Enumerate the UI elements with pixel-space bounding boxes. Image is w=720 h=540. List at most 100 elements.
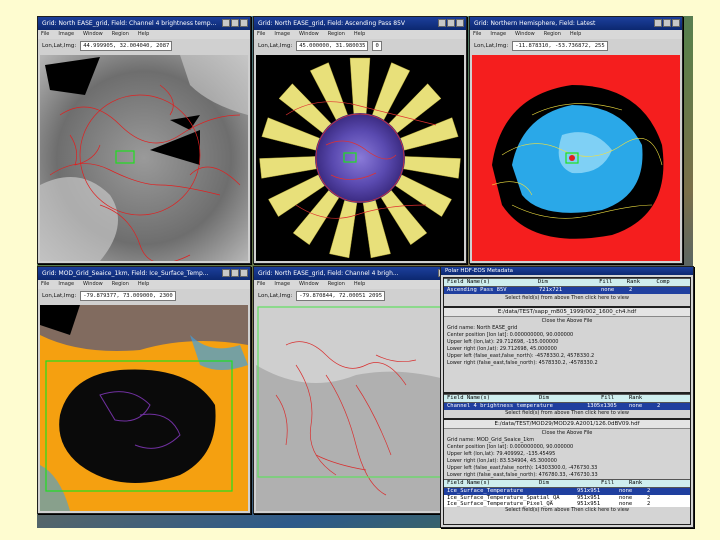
- image-canvas[interactable]: [256, 305, 464, 511]
- image-canvas[interactable]: [40, 305, 248, 511]
- minimize-button[interactable]: [438, 19, 446, 27]
- maximize-button[interactable]: [447, 19, 455, 27]
- metadata-window[interactable]: Polar HDF-EOS Metadata Field Name(s) Dim F…: [440, 266, 694, 528]
- menu-help[interactable]: Help: [570, 30, 581, 39]
- coordinate-bar: Lon,Lat,Img: -79.870844, 72.00051 2095: [254, 289, 466, 303]
- field-row-selected[interactable]: Ice_Surface_Temperature 951x951 none 2: [444, 488, 690, 495]
- file-path: E:/data/TEST/MOD29/MOD29.A2001/126.0dBV0…: [444, 420, 690, 429]
- info-line: Lower right (lon,lat): 83.534904, 45.300…: [447, 458, 557, 464]
- menu-bar: File Image Window Region Help: [254, 280, 466, 289]
- maximize-button[interactable]: [231, 19, 239, 27]
- minimize-button[interactable]: [222, 269, 230, 277]
- menu-bar: File Image Window Region Help: [38, 30, 250, 39]
- menu-window[interactable]: Window: [515, 30, 535, 39]
- window-title: Polar HDF-EOS Metadata: [441, 267, 693, 275]
- menu-help[interactable]: Help: [354, 30, 365, 39]
- info-line: Center position [lon lat]: 0.000000000, …: [447, 444, 574, 450]
- info-line: Grid name: North EASE_grid: [447, 325, 518, 331]
- menu-window[interactable]: Window: [83, 30, 103, 39]
- lonlat-label: Lon,Lat,Img:: [258, 293, 293, 299]
- menu-window[interactable]: Window: [299, 280, 319, 289]
- viewer-window-ice-surface-temp[interactable]: Grid: MOD_Grid_Seaice_1km, Field: Ice_Su…: [37, 266, 251, 514]
- image-canvas[interactable]: [256, 55, 464, 261]
- menu-window[interactable]: Window: [83, 280, 103, 289]
- close-button[interactable]: [456, 19, 464, 27]
- image-canvas[interactable]: [40, 55, 248, 261]
- menu-bar: File Image Window Region Help: [470, 30, 682, 39]
- window-title: Grid: MOD_Grid_Seaice_1km, Field: Ice_Su…: [38, 267, 250, 280]
- field-list-header: Field Name(s) Dim Fill Rank Comp: [444, 278, 690, 287]
- lonlat-readout: -79.870844, 72.00051 2095: [296, 291, 386, 301]
- slide: { "windows": { "w1": { "title": "Grid: N…: [0, 0, 720, 540]
- window-title: Grid: North EASE_grid, Field: Ascending …: [254, 17, 466, 30]
- menu-image[interactable]: Image: [58, 30, 74, 39]
- maximize-button[interactable]: [663, 19, 671, 27]
- menu-bar: File Image Window Region Help: [254, 30, 466, 39]
- field-list-panel-top: Field Name(s) Dim Fill Rank Comp Ascending P…: [443, 277, 691, 307]
- maximize-button[interactable]: [231, 269, 239, 277]
- pixel-value: 0: [372, 41, 382, 51]
- coordinate-bar: Lon,Lat,Img: 44.999905, 32.004040, 2087: [38, 39, 250, 53]
- menu-region[interactable]: Region: [112, 280, 129, 289]
- lonlat-readout: 45.000000, 31.980035: [296, 41, 369, 51]
- close-file-button[interactable]: Close the Above File: [444, 429, 690, 437]
- menu-image[interactable]: Image: [58, 280, 74, 289]
- view-field-button[interactable]: Select field(s) from above Then click he…: [444, 410, 690, 417]
- window-title: Grid: Northern Hemisphere, Field: Latest: [470, 17, 682, 30]
- menu-window[interactable]: Window: [299, 30, 319, 39]
- info-line: Center position [lon lat]: 0.000000000, …: [447, 332, 574, 338]
- viewer-window-latest[interactable]: Grid: Northern Hemisphere, Field: Latest…: [469, 16, 683, 264]
- coordinate-bar: Lon,Lat,Img: 45.000000, 31.980035 0: [254, 39, 466, 53]
- menu-help[interactable]: Help: [138, 280, 149, 289]
- field-list-header: Field Name(s) Dim Fill Rank: [444, 394, 690, 403]
- menu-image[interactable]: Image: [490, 30, 506, 39]
- field-row-selected[interactable]: Ascending Pass 85V 721x721 none 2: [444, 287, 690, 294]
- info-line: Upper left (false_east,false_north): 143…: [447, 465, 598, 471]
- lonlat-label: Lon,Lat,Img:: [258, 43, 293, 49]
- info-line: Upper left (lon,lat): 79.409992, -135.45…: [447, 451, 556, 457]
- menu-file[interactable]: File: [257, 30, 265, 39]
- close-button[interactable]: [672, 19, 680, 27]
- window-title: Grid: North EASE_grid, Field: Channel 4 …: [38, 17, 250, 30]
- menu-image[interactable]: Image: [274, 280, 290, 289]
- menu-region[interactable]: Region: [544, 30, 561, 39]
- menu-file[interactable]: File: [473, 30, 481, 39]
- minimize-button[interactable]: [654, 19, 662, 27]
- field-list-header: Field Name(s) Dim Fill Rank: [444, 479, 690, 488]
- lonlat-readout: -79.879377, 73.009000, 2300: [80, 291, 176, 301]
- viewer-window-brightness-temp[interactable]: Grid: North EASE_grid, Field: Channel 4 …: [37, 16, 251, 264]
- image-canvas[interactable]: [472, 55, 680, 261]
- lonlat-label: Lon,Lat,Img:: [42, 293, 77, 299]
- menu-help[interactable]: Help: [138, 30, 149, 39]
- lonlat-label: Lon,Lat,Img:: [474, 43, 509, 49]
- menu-region[interactable]: Region: [328, 280, 345, 289]
- info-line: Lower right (lon,lat): 29.712698, 45.000…: [447, 346, 557, 352]
- file-info-panel-2: E:/data/TEST/MOD29/MOD29.A2001/126.0dBV0…: [443, 419, 691, 525]
- lonlat-label: Lon,Lat,Img:: [42, 43, 77, 49]
- coordinate-bar: Lon,Lat,Img: -11.878310, -53.736872, 255: [470, 39, 682, 53]
- view-field-button[interactable]: Select field(s) from above Then click he…: [444, 507, 690, 514]
- close-button[interactable]: [240, 269, 248, 277]
- view-field-button[interactable]: Select field(s) from above Then click he…: [444, 294, 690, 302]
- menu-help[interactable]: Help: [354, 280, 365, 289]
- field-row-selected[interactable]: Channel 4 brightness temperature 1305x130…: [444, 403, 690, 410]
- close-file-button[interactable]: Close the Above File: [444, 317, 690, 325]
- viewer-window-channel4[interactable]: Grid: North EASE_grid, Field: Channel 4 …: [253, 266, 467, 514]
- info-line: Upper left (false_east,false_north): -45…: [447, 353, 595, 359]
- file-path: E:/data/TEST/sapp_mB05_1999/002_1600_ch4…: [444, 308, 690, 317]
- viewer-window-ascending-pass[interactable]: Grid: North EASE_grid, Field: Ascending …: [253, 16, 467, 264]
- menu-bar: File Image Window Region Help: [38, 280, 250, 289]
- coordinate-bar: Lon,Lat,Img: -79.879377, 73.009000, 2300: [38, 289, 250, 303]
- menu-file[interactable]: File: [41, 280, 49, 289]
- menu-region[interactable]: Region: [112, 30, 129, 39]
- menu-image[interactable]: Image: [274, 30, 290, 39]
- field-list-panel-mid: Field Name(s) Dim Fill Rank Channel 4 brigh…: [443, 393, 691, 419]
- info-line: Lower right (false_east,false_north): 47…: [447, 472, 598, 478]
- lonlat-readout: 44.999905, 32.004040, 2087: [80, 41, 173, 51]
- minimize-button[interactable]: [222, 19, 230, 27]
- menu-file[interactable]: File: [41, 30, 49, 39]
- close-button[interactable]: [240, 19, 248, 27]
- lonlat-readout: -11.878310, -53.736872, 255: [512, 41, 608, 51]
- menu-file[interactable]: File: [257, 280, 265, 289]
- menu-region[interactable]: Region: [328, 30, 345, 39]
